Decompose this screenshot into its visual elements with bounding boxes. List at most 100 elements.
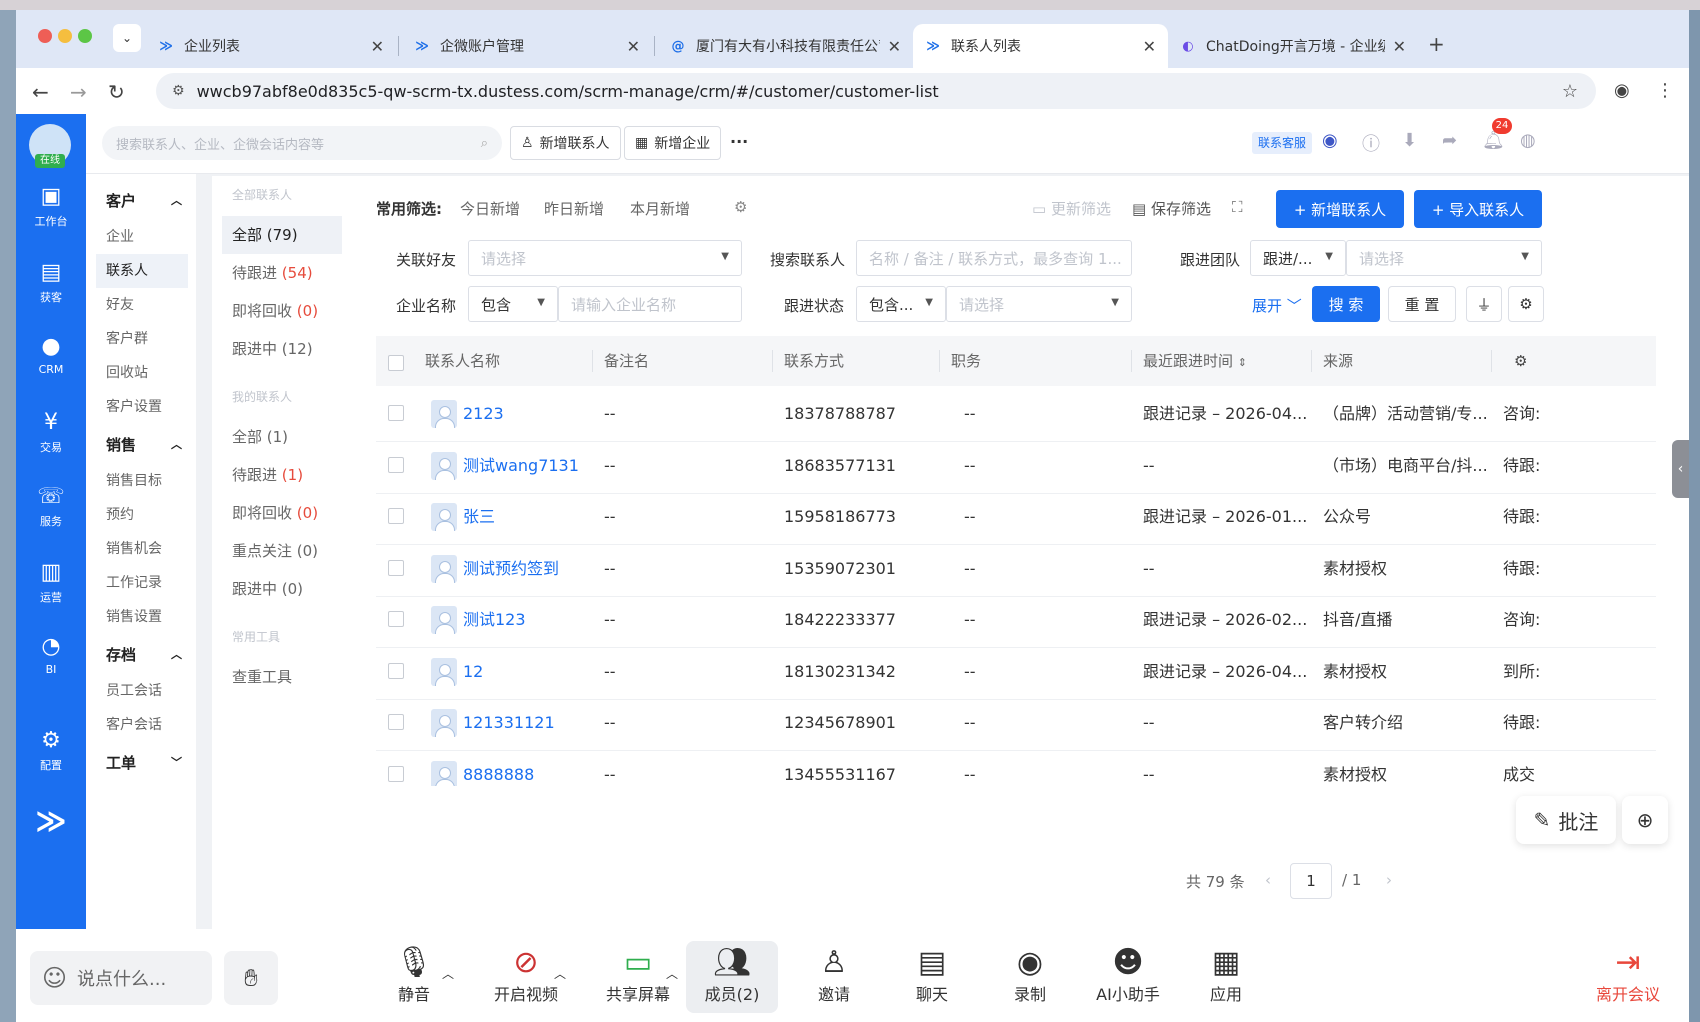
nav-acquire[interactable]: ▤ 获客 — [16, 260, 86, 305]
profile-icon[interactable]: ◉ — [1614, 80, 1630, 101]
status-operator-select[interactable]: 包含... ▼ — [856, 286, 946, 322]
menu-sales-target[interactable]: 销售目标 — [96, 464, 188, 498]
row-checkbox[interactable] — [388, 714, 404, 730]
contact-search-input[interactable]: 名称 / 备注 / 联系方式，最多查询 1... — [856, 240, 1132, 276]
share-icon[interactable]: ➦ — [1442, 130, 1457, 151]
save-filter-button[interactable]: ▤ 保存筛选 — [1132, 198, 1211, 219]
view-mine-recycle[interactable]: 即将回收 (0) — [222, 494, 342, 532]
menu-customer-settings[interactable]: 客户设置 — [96, 390, 188, 424]
close-icon[interactable]: ✕ — [371, 37, 384, 56]
maximize-window-button[interactable] — [78, 29, 92, 43]
menu-sales-settings[interactable]: 销售设置 — [96, 600, 188, 634]
chevron-up-icon[interactable]: ︿ — [442, 965, 454, 982]
menu-customer-group[interactable]: 客户群 — [96, 322, 188, 356]
chevron-up-icon[interactable]: ︿ — [554, 965, 566, 982]
site-settings-icon[interactable]: ⚙ — [172, 83, 185, 99]
row-checkbox[interactable] — [388, 405, 404, 421]
search-button[interactable]: 搜 索 — [1312, 286, 1380, 322]
back-icon[interactable]: ← — [32, 80, 49, 104]
service-bot-icon[interactable]: ◉ — [1322, 130, 1338, 151]
menu-company[interactable]: 企业 — [96, 220, 188, 254]
fullscreen-icon[interactable]: ⛶ — [1232, 198, 1243, 216]
column-settings-icon[interactable]: ⚙ — [1514, 336, 1527, 386]
meeting-chat-input[interactable]: ☺ 说点什么... — [30, 951, 212, 1005]
close-icon[interactable]: ✕ — [1393, 37, 1406, 56]
filter-settings-icon[interactable]: ⚙ — [734, 198, 747, 216]
prev-page-button[interactable]: ‹ — [1265, 871, 1271, 889]
team-mode-select[interactable]: 跟进/... ▼ — [1250, 240, 1346, 276]
row-checkbox[interactable] — [388, 765, 404, 782]
menu-work-record[interactable]: 工作记录 — [96, 566, 188, 600]
side-panel-toggle[interactable]: ‹ — [1672, 440, 1689, 498]
team-select[interactable]: 请选择 ▼ — [1346, 240, 1542, 276]
members-button[interactable]: 👥︎ 成员(2) — [686, 941, 778, 1013]
browser-menu-icon[interactable]: ⋮ — [1656, 80, 1674, 101]
menu-group-ticket[interactable]: 工单 ﹀ — [96, 746, 188, 780]
close-window-button[interactable] — [38, 29, 52, 43]
table-row[interactable]: 8888888 -- 13455531167 -- -- 素材授权 成交 — [376, 747, 1656, 787]
view-mine-all[interactable]: 全部 (1) — [222, 418, 342, 456]
page-input[interactable]: 1 — [1290, 863, 1332, 899]
view-focus[interactable]: 重点关注 (0) — [222, 532, 342, 570]
row-checkbox[interactable] — [388, 508, 404, 524]
status-select[interactable]: 请选择 ▼ — [946, 286, 1132, 322]
reload-icon[interactable]: ↻ — [108, 80, 125, 104]
friend-select[interactable]: 请选择 ▼ — [468, 240, 742, 276]
row-checkbox[interactable] — [388, 456, 404, 473]
col-name[interactable]: 联系人名称 — [425, 336, 500, 386]
nav-workbench[interactable]: ▣ 工作台 — [16, 184, 86, 229]
company-name-input[interactable]: 请输入企业名称 — [558, 286, 742, 322]
row-checkbox[interactable] — [388, 559, 404, 576]
reset-button[interactable]: 重 置 — [1388, 286, 1456, 322]
nav-crm[interactable]: ● CRM — [16, 334, 86, 376]
tab-search-button[interactable]: ⌄ — [113, 24, 141, 52]
table-row[interactable]: 121331121 -- 12345678901 -- -- 客户转介绍 待跟: — [376, 695, 1656, 751]
row-checkbox[interactable] — [388, 662, 404, 679]
next-page-button[interactable]: › — [1386, 871, 1392, 889]
table-settings-icon[interactable]: ⚙ — [1508, 286, 1544, 322]
nav-operation[interactable]: ▥ 运营 — [16, 560, 86, 605]
annotate-button[interactable]: ✎ 批注 — [1516, 796, 1616, 844]
cell-name[interactable]: 测试预约签到 — [463, 541, 559, 597]
add-company-button[interactable]: ▦ 新增企业 — [624, 126, 722, 160]
close-icon[interactable]: ✕ — [1143, 37, 1156, 56]
global-search-input[interactable]: 搜索联系人、企业、企微会话内容等 ⌕ — [102, 126, 502, 160]
contact-service-button[interactable]: 联系客服 — [1252, 132, 1313, 154]
minimize-window-button[interactable] — [58, 29, 72, 43]
record-button[interactable]: ◉ 录制 — [984, 929, 1076, 1022]
advanced-filter-icon[interactable]: ⏚ — [1466, 286, 1502, 322]
leave-meeting-button[interactable]: ⇥ 离开会议 — [1578, 929, 1678, 1022]
expand-filters-button[interactable]: 展开 ﹀ — [1252, 295, 1302, 316]
address-bar[interactable]: ⚙ wwcb97abf8e0d835c5-qw-scrm-tx.dustess.… — [156, 73, 1596, 109]
view-recycle-soon[interactable]: 即将回收 (0) — [222, 292, 342, 330]
import-contact-button[interactable]: + 导入联系人 — [1414, 190, 1542, 228]
quick-filter-month[interactable]: 本月新增 — [630, 198, 690, 219]
nav-trade[interactable]: ¥ 交易 — [16, 410, 86, 455]
update-filter-button[interactable]: ▭ 更新筛选 — [1032, 198, 1111, 219]
col-title[interactable]: 职务 — [951, 336, 981, 386]
view-pending[interactable]: 待跟进 (54) — [222, 254, 342, 292]
cell-name[interactable]: 测试123 — [463, 592, 526, 648]
cell-name[interactable]: 121331121 — [463, 695, 555, 751]
chevron-up-icon[interactable]: ︿ — [666, 965, 678, 982]
close-icon[interactable]: ✕ — [627, 37, 640, 56]
menu-group-sales[interactable]: 销售 ︿ — [96, 428, 188, 462]
tab-wecom-accounts[interactable]: ≫ 企微账户管理 ✕ — [402, 24, 652, 68]
add-contact-button[interactable]: ♙ 新增联系人 — [510, 126, 621, 160]
view-following[interactable]: 跟进中 (12) — [222, 330, 342, 368]
cell-name[interactable]: 测试wang7131 — [463, 438, 579, 494]
info-icon[interactable]: ⓘ — [1362, 130, 1380, 156]
cell-name[interactable]: 2123 — [463, 386, 504, 442]
forward-icon[interactable]: → — [70, 80, 87, 104]
cell-name[interactable]: 8888888 — [463, 747, 534, 787]
more-menu-button[interactable]: ··· — [730, 132, 748, 151]
col-phone[interactable]: 联系方式 — [784, 336, 844, 386]
tab-contact-list[interactable]: ≫ 联系人列表 ✕ — [913, 24, 1168, 68]
ai-assistant-button[interactable]: ☻ AI小助手 — [1082, 929, 1174, 1022]
tab-company-list[interactable]: ≫ 企业列表 ✕ — [146, 24, 396, 68]
raise-hand-icon[interactable]: ✋︎ — [224, 951, 278, 1005]
zoom-in-icon[interactable]: ⊕ — [1622, 796, 1668, 844]
settings-icon[interactable]: ◍ — [1520, 130, 1536, 151]
close-icon[interactable]: ✕ — [888, 37, 901, 56]
tab-chatdoing[interactable]: ◐ ChatDoing开言万境 - 企业级AI ✕ — [1168, 24, 1418, 68]
